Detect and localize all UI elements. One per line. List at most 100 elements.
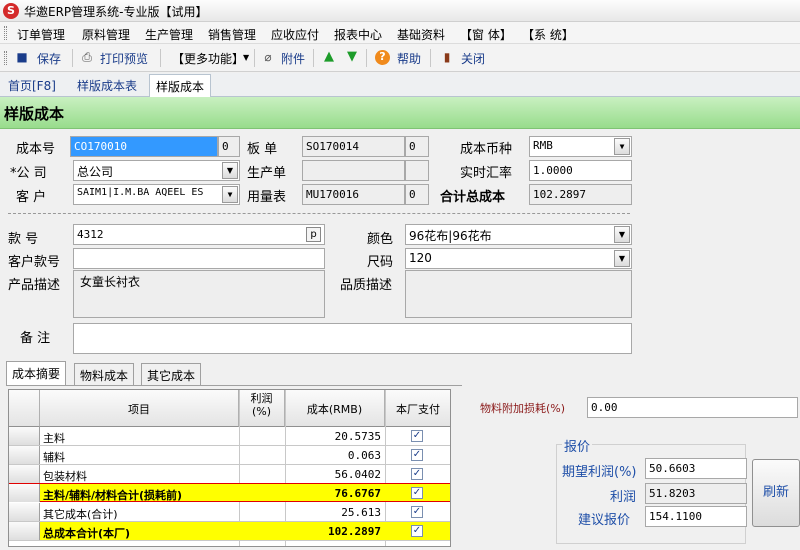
menu-orders[interactable]: 订单管理: [17, 26, 65, 43]
cell-item: 主料/辅料/材料合计(损耗前): [43, 489, 183, 502]
cell-cost: 56.0402: [334, 468, 381, 481]
col-header-item[interactable]: 项目: [40, 390, 239, 427]
more-functions-button[interactable]: 【更多功能】: [172, 50, 244, 67]
company-select[interactable]: 总公司 ▼: [73, 160, 240, 181]
menu-reports[interactable]: 报表中心: [334, 26, 382, 43]
chevron-down-icon[interactable]: ▼: [243, 53, 249, 62]
quote-group-title: 报价: [562, 436, 593, 455]
close-button[interactable]: 关闭: [461, 50, 485, 67]
customer-style-label: 客户款号: [8, 255, 61, 270]
help-icon: ?: [375, 50, 390, 65]
checkbox-checked-icon[interactable]: ✓: [411, 468, 423, 480]
toolbar-separator: [366, 49, 367, 67]
expected-profit-label: 期望利润(%): [562, 465, 637, 480]
checkbox-checked-icon[interactable]: ✓: [411, 525, 423, 537]
menu-grip-icon: [4, 26, 7, 40]
tab-home[interactable]: 首页[F8]: [8, 77, 56, 94]
move-up-icon[interactable]: ▲: [322, 50, 336, 64]
table-row[interactable]: 辅料 0.063 ✓: [9, 446, 450, 465]
style-field[interactable]: 4312: [73, 224, 325, 245]
suggested-price-field[interactable]: 154.1100: [645, 506, 747, 527]
menu-system[interactable]: 【系 统】: [522, 26, 574, 43]
chevron-down-icon[interactable]: ▼: [614, 226, 630, 243]
table-row[interactable]: 主料 20.5735 ✓: [9, 427, 450, 446]
cell-cost: 20.5735: [334, 430, 381, 443]
menu-window[interactable]: 【窗 体】: [460, 26, 512, 43]
tab-panel-border: [6, 385, 462, 386]
total-cost-label: 合计总成本: [440, 190, 506, 205]
rate-field[interactable]: 1.0000: [529, 160, 632, 181]
row-selector[interactable]: [9, 484, 40, 502]
color-select[interactable]: 96花布|96花布 ▼: [405, 224, 632, 245]
color-value: 96花布|96花布: [409, 229, 492, 243]
row-selector[interactable]: [9, 503, 40, 521]
exit-door-icon: ▮: [443, 50, 451, 64]
expected-profit-field[interactable]: 50.6603: [645, 458, 747, 479]
tab-sample-cost-list[interactable]: 样版成本表: [77, 77, 137, 94]
cost-summary-grid[interactable]: 项目 利润 (%) 成本(RMB) 本厂支付 主料 20.5735 ✓ 辅料 0…: [8, 389, 451, 547]
menu-bar: 订单管理 原料管理 生产管理 销售管理 应收应付 报表中心 基础资料 【窗 体】…: [0, 22, 800, 44]
suggested-price-label: 建议报价: [578, 513, 631, 528]
production-count: [405, 160, 429, 181]
row-selector[interactable]: [9, 427, 40, 445]
tab-material-cost[interactable]: 物料成本: [74, 363, 135, 385]
menu-sales[interactable]: 销售管理: [208, 26, 256, 43]
print-preview-button[interactable]: 打印预览: [100, 50, 148, 67]
table-row[interactable]: 主料/辅料/材料合计(损耗前) 76.6767 ✓: [9, 483, 450, 502]
tab-other-cost[interactable]: 其它成本: [141, 363, 202, 385]
app-logo-icon: S: [3, 3, 19, 19]
cost-no-count: 0: [218, 136, 240, 157]
cost-no-field[interactable]: CO170010: [70, 136, 218, 157]
checkbox-checked-icon[interactable]: ✓: [411, 430, 423, 442]
customer-select[interactable]: SAIM1|I.M.BA AQEEL ES ▼: [73, 184, 240, 205]
size-select[interactable]: 120 ▼: [405, 248, 632, 269]
style-lookup-button[interactable]: p: [306, 227, 321, 242]
remark-field[interactable]: [73, 323, 632, 354]
checkbox-checked-icon[interactable]: ✓: [411, 449, 423, 461]
chevron-down-icon[interactable]: ▼: [614, 250, 630, 267]
menu-basic-data[interactable]: 基础资料: [397, 26, 445, 43]
customer-style-field[interactable]: [73, 248, 325, 269]
currency-select[interactable]: RMB ▼: [529, 136, 632, 157]
table-row[interactable]: 包装材料 56.0402 ✓: [9, 465, 450, 484]
print-icon: ⎙: [82, 50, 92, 64]
row-selector[interactable]: [9, 522, 40, 540]
checkbox-checked-icon[interactable]: ✓: [411, 506, 423, 518]
chevron-down-icon[interactable]: ▼: [614, 138, 630, 155]
cell-item: 辅料: [43, 451, 65, 464]
toolbar: ■ 保存 ⎙ 打印预览 【更多功能】 ▼ ⌀ 附件 ▲ ▼ ? 帮助 ▮ 关闭: [0, 44, 800, 72]
cell-cost: 76.6767: [334, 487, 381, 500]
material-loss-label: 物料附加损耗(%): [480, 402, 566, 415]
sample-field: SO170014: [302, 136, 405, 157]
menu-ar-ap[interactable]: 应收应付: [271, 26, 319, 43]
product-desc-field[interactable]: 女童长衬衣: [73, 270, 325, 318]
table-row[interactable]: 总成本合计(本厂) 102.2897 ✓: [9, 522, 450, 541]
toolbar-separator: [430, 49, 431, 67]
chevron-down-icon[interactable]: ▼: [222, 162, 238, 179]
production-label: 生产单: [247, 166, 287, 181]
material-loss-field[interactable]: 0.00: [587, 397, 798, 418]
help-button[interactable]: 帮助: [397, 50, 421, 67]
tab-sample-cost[interactable]: 样版成本: [149, 74, 212, 97]
company-label: *公 司: [10, 166, 47, 181]
menu-production[interactable]: 生产管理: [145, 26, 193, 43]
row-selector[interactable]: [9, 446, 40, 464]
col-header-cost[interactable]: 成本(RMB): [285, 390, 385, 427]
row-selector[interactable]: [9, 465, 40, 483]
attachment-button[interactable]: 附件: [281, 50, 305, 67]
tab-bar: 首页[F8] 样版成本表 样版成本: [0, 73, 800, 97]
move-down-icon[interactable]: ▼: [345, 50, 359, 64]
refresh-button[interactable]: 刷新: [752, 459, 800, 527]
chevron-down-icon[interactable]: ▼: [222, 186, 238, 203]
tab-cost-summary[interactable]: 成本摘要: [6, 361, 67, 385]
style-label: 款 号: [8, 232, 39, 247]
cell-item: 主料: [43, 432, 65, 445]
size-value: 120: [409, 251, 432, 265]
save-button[interactable]: 保存: [37, 50, 61, 67]
menu-materials[interactable]: 原料管理: [82, 26, 130, 43]
quality-desc-field[interactable]: [405, 270, 632, 318]
checkbox-checked-icon[interactable]: ✓: [411, 487, 423, 499]
col-header-self-pay[interactable]: 本厂支付: [385, 390, 450, 427]
table-row[interactable]: 其它成本(合计) 25.613 ✓: [9, 503, 450, 522]
col-header-profit[interactable]: 利润 (%): [239, 390, 285, 427]
